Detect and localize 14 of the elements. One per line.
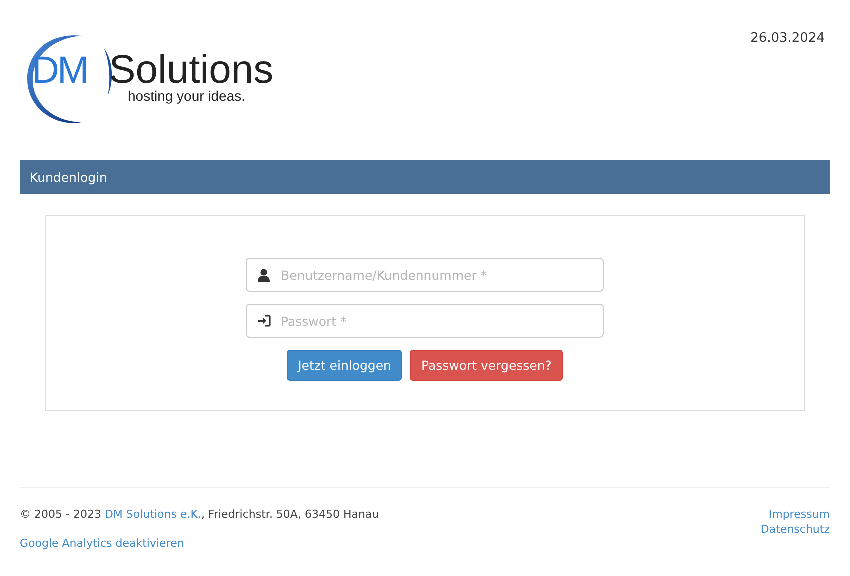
username-field[interactable]: Benutzername/Kundennummer * xyxy=(246,258,604,292)
logo-tagline: hosting your ideas. xyxy=(128,88,247,104)
analytics-optout-link[interactable]: Google Analytics deaktivieren xyxy=(20,537,184,550)
footer-link[interactable]: Impressum xyxy=(768,508,830,521)
copyright-text: © 2005 - 2023 DM Solutions e.K., Friedrichstr. 50A, 63450 Hanau xyxy=(20,508,380,521)
logo-name: Solutions xyxy=(109,52,274,88)
password-field[interactable]: Passwort * xyxy=(246,304,604,338)
logo-initials: DM xyxy=(32,53,88,89)
footer-link[interactable]: Datenschutz xyxy=(760,523,830,536)
current-date: 26.03.2024 xyxy=(750,31,825,47)
forgot-password-button[interactable]: Passwort vergessen? xyxy=(410,350,563,381)
login-button[interactable]: Jetzt einloggen xyxy=(287,350,402,381)
company-link[interactable]: DM Solutions e.K. xyxy=(104,508,202,521)
section-header: Kundenlogin xyxy=(20,160,830,194)
